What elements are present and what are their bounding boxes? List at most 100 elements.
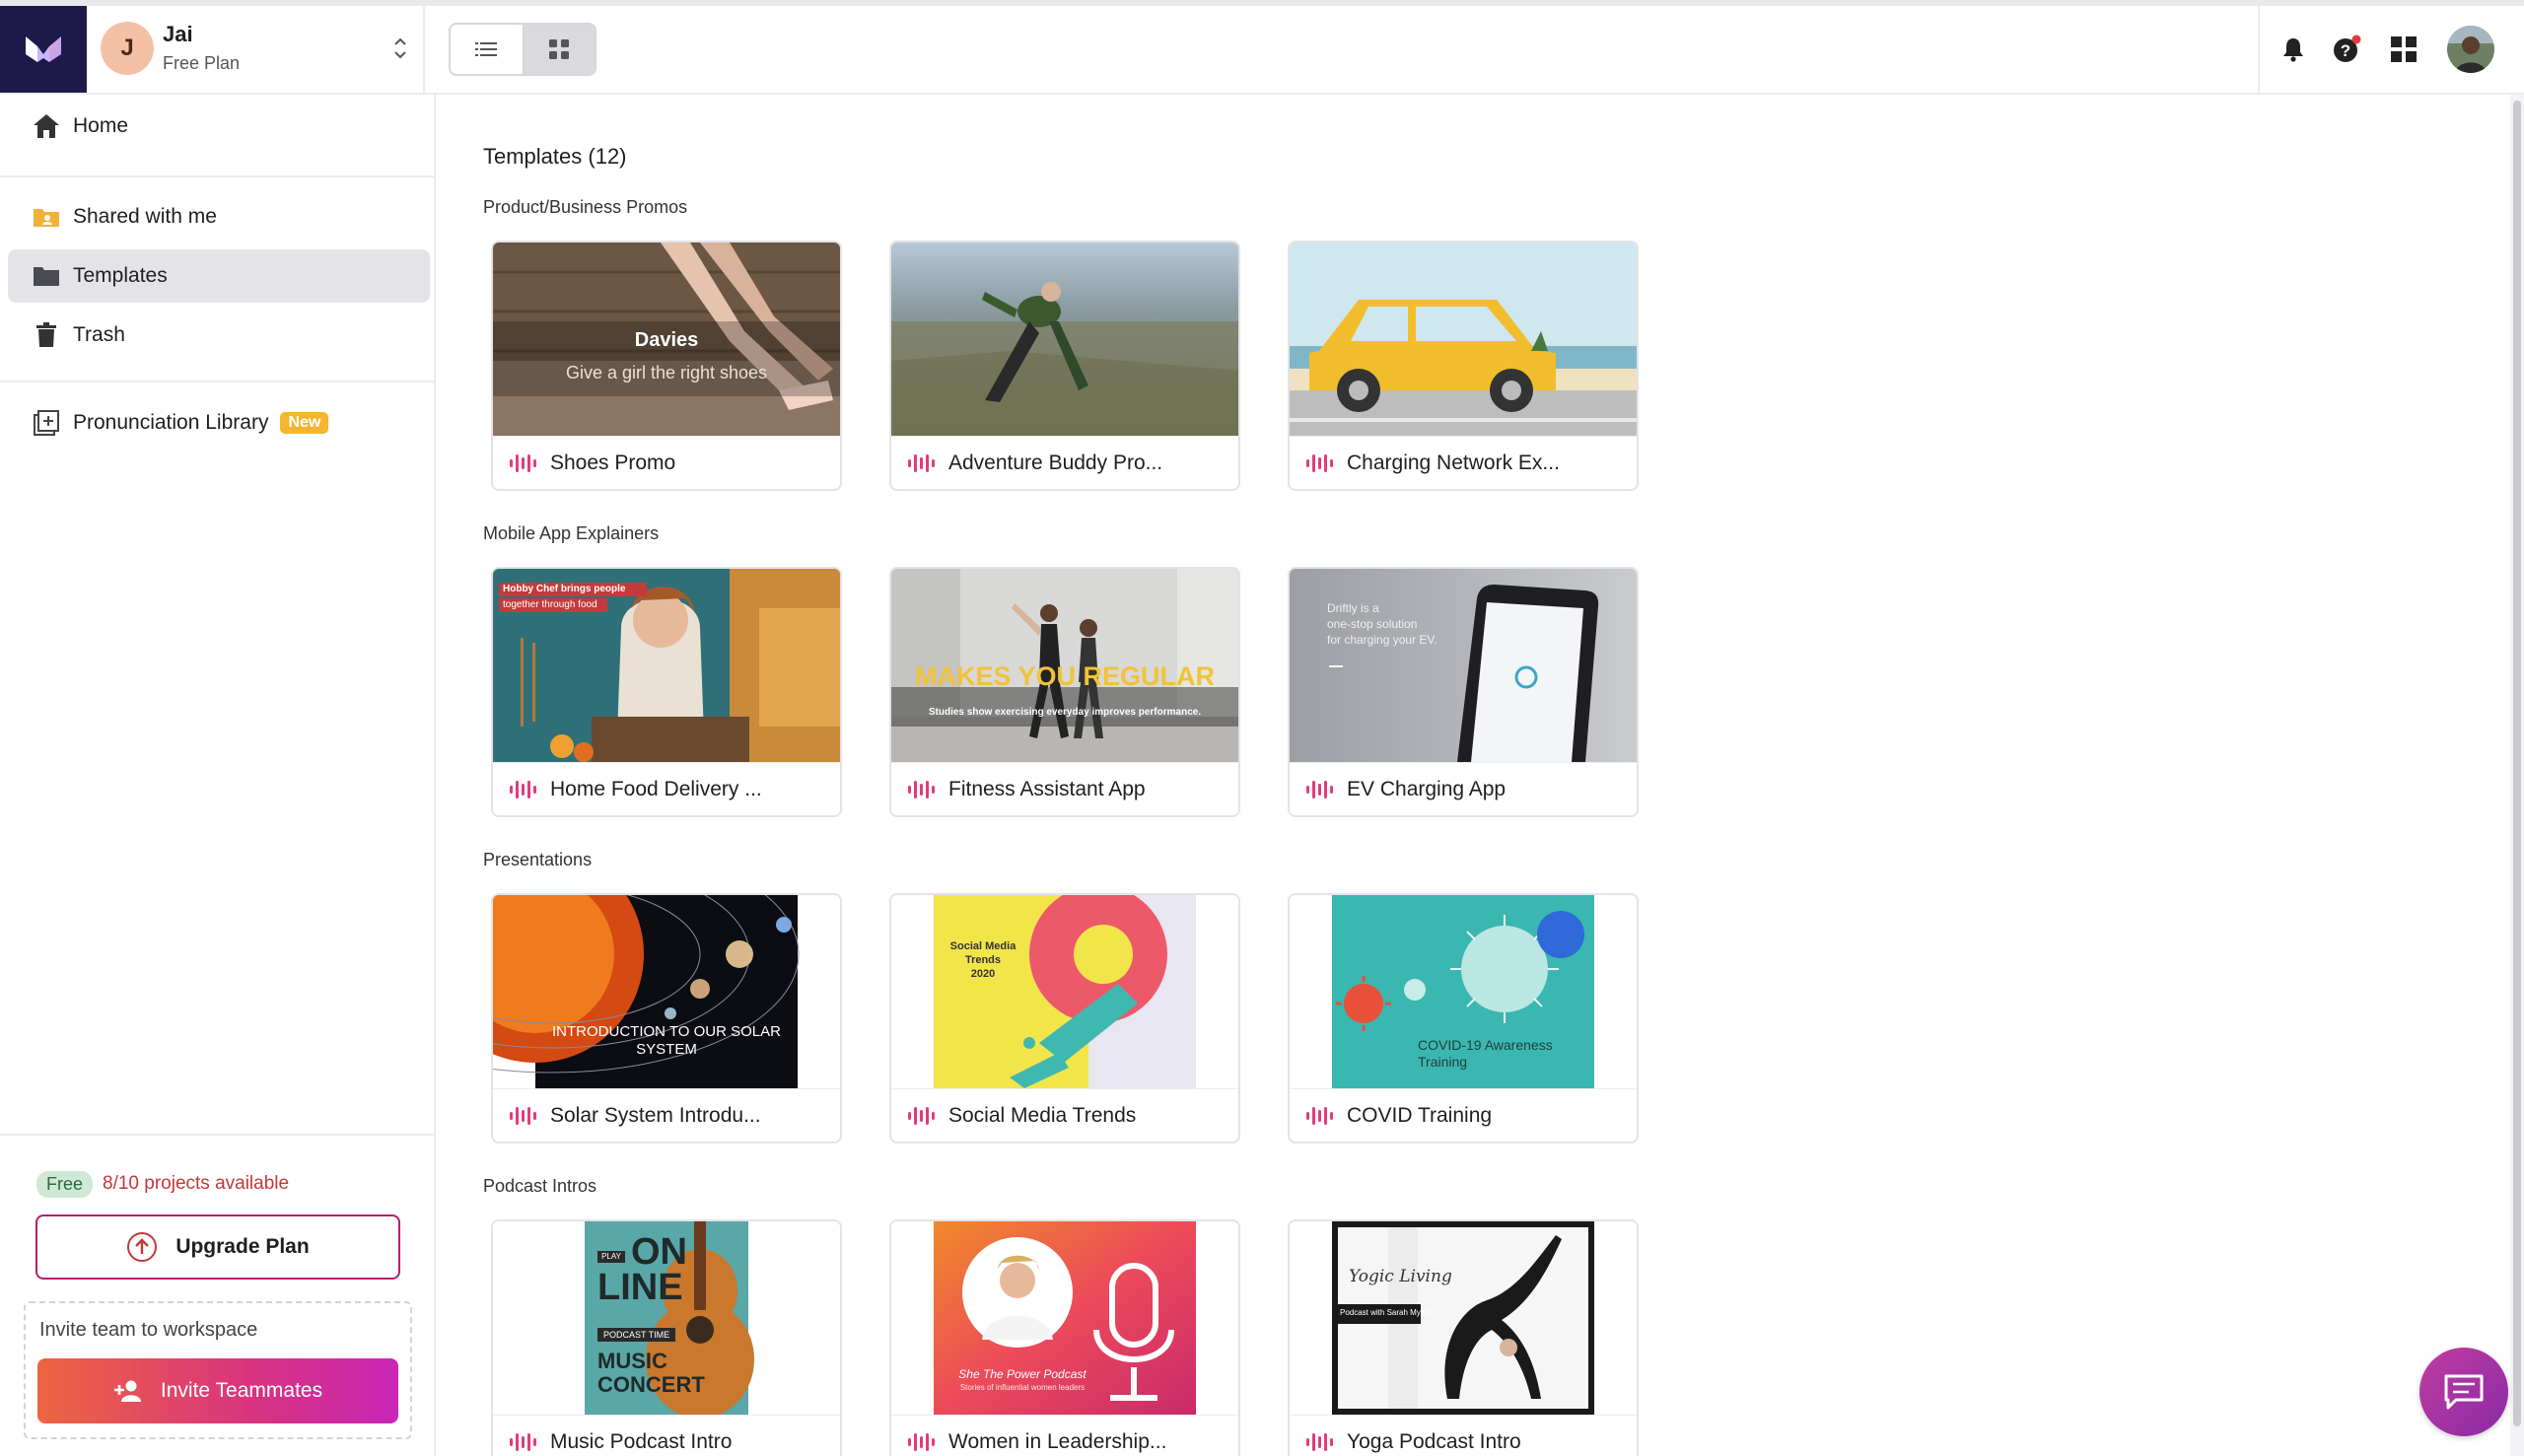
sidebar-item-templates[interactable]: Templates [8,249,430,303]
sidebar-item-pronunciation-library[interactable]: Pronunciation Library New [8,396,430,450]
upgrade-plan-button[interactable]: Upgrade Plan [35,1214,400,1280]
chat-icon [2444,1374,2484,1410]
template-card-shoes-promo[interactable]: Davies Give a girl the right shoes Shoes… [491,241,842,491]
chat-support-button[interactable] [2419,1348,2508,1436]
template-card-music-podcast[interactable]: PLAY ON LINE PODCAST TIME MUSIC CONCERT … [491,1219,842,1456]
divider [0,381,434,382]
template-card-home-food-delivery[interactable]: Hobby Chef brings people together throug… [491,567,842,817]
thumbnail-title: Davies [634,329,699,351]
thumbnail-title: COVID-19 Awareness [1418,1037,1553,1053]
chevron-updown-icon[interactable] [391,34,409,63]
template-name: Home Food Delivery ... [550,777,762,800]
template-thumbnail [891,243,1238,436]
view-toggle [449,23,596,76]
thumbnail-subtitle: for charging your EV. [1327,633,1437,647]
card-footer: Adventure Buddy Pro... [891,436,1238,489]
template-name: Social Media Trends [948,1103,1137,1127]
thumbnail-tag: PLAY [601,1252,621,1261]
section-title: Mobile App Explainers [483,523,660,543]
section-title: Product/Business Promos [483,197,688,217]
audio-wave-icon [510,1432,536,1451]
card-footer: Solar System Introdu... [493,1088,840,1142]
account-avatar: J [101,22,154,75]
thumbnail-subtitle: MUSIC [597,1349,667,1373]
upgrade-arrow-icon [127,1232,158,1262]
account-plan: Free Plan [163,53,241,73]
add-user-icon [113,1380,141,1402]
template-name: Shoes Promo [550,451,676,474]
main-scrollbar[interactable] [2510,95,2524,1456]
card-footer: Social Media Trends [891,1088,1238,1142]
template-thumbnail: INTRODUCTION TO OUR SOLAR SYSTEM [493,895,840,1088]
template-name: Solar System Introdu... [550,1103,761,1127]
svg-text:?: ? [2341,41,2350,60]
card-footer: Yoga Podcast Intro [1290,1415,1637,1456]
sidebar-item-label: Pronunciation Library [73,411,269,434]
thumbnail-title: Hobby Chef brings people [503,584,626,594]
main-content: Templates (12) Product/Business Promos D… [436,95,2510,1456]
thumbnail-title: ON [631,1231,687,1273]
template-thumbnail: Hobby Chef brings people together throug… [493,569,840,762]
thumbnail-subtitle: Studies show exercising everyday improve… [928,707,1202,718]
template-name: EV Charging App [1347,777,1507,800]
thumbnail-subtitle: Trends [964,954,1002,966]
sidebar-item-home[interactable]: Home [8,100,430,153]
folder-icon [32,261,61,291]
thumbnail-subtitle: 2020 [970,968,996,980]
thumbnail-subtitle: CONCERT [597,1372,705,1397]
template-card-social-media-trends[interactable]: Social Media Trends 2020 Social Media Tr… [889,893,1240,1144]
template-name: Adventure Buddy Pro... [948,451,1163,474]
thumbnail-title: Driftly is a [1327,601,1379,615]
audio-wave-icon [510,780,536,798]
shared-folder-icon [32,202,61,232]
template-card-ev-charging-app[interactable]: Driftly is a one-stop solution for charg… [1288,567,1639,817]
bell-icon[interactable] [2278,34,2309,65]
template-name: COVID Training [1347,1103,1493,1127]
new-badge: New [280,412,329,434]
audio-wave-icon [908,453,935,472]
sidebar-item-shared[interactable]: Shared with me [8,190,430,243]
template-card-yoga-podcast[interactable]: Yogic Living Podcast with Sarah Myles Yo… [1288,1219,1639,1456]
card-footer: COVID Training [1290,1088,1637,1142]
apps-grid-icon[interactable] [2388,34,2419,65]
template-thumbnail: Yogic Living Podcast with Sarah Myles [1290,1221,1637,1415]
thumbnail-subtitle: Podcast with Sarah Myles [1340,1308,1432,1317]
thumbnail-subtitle: one-stop solution [1327,617,1418,631]
card-footer: Shoes Promo [493,436,840,489]
app-logo[interactable] [0,6,87,93]
audio-wave-icon [1306,1432,1333,1451]
template-card-charging-network[interactable]: Charging Network Ex... [1288,241,1639,491]
account-name: Jai [163,22,193,46]
audio-wave-icon [908,780,935,798]
audio-wave-icon [510,453,536,472]
template-card-covid-training[interactable]: COVID-19 Awareness Training COVID Traini… [1288,893,1639,1144]
invite-teammates-button[interactable]: Invite Teammates [37,1358,398,1423]
sidebar-item-trash[interactable]: Trash [8,309,430,362]
audio-wave-icon [510,1106,536,1125]
grid-view-button[interactable] [522,25,595,74]
template-card-women-in-leadership[interactable]: She The Power Podcast Stories of influen… [889,1219,1240,1456]
account-switcher[interactable]: J Jai Free Plan [87,6,425,93]
template-card-adventure-buddy[interactable]: Adventure Buddy Pro... [889,241,1240,491]
thumbnail-subtitle: SYSTEM [636,1041,697,1058]
divider [0,175,434,177]
scrollbar-thumb[interactable] [2513,101,2521,1426]
plan-badge: Free [36,1171,94,1198]
projects-available: 8/10 projects available [103,1173,290,1194]
template-name: Yoga Podcast Intro [1347,1429,1521,1453]
template-thumbnail [1290,243,1637,436]
invite-teammates-label: Invite Teammates [160,1379,323,1402]
help-icon[interactable]: ? [2331,34,2362,65]
template-thumbnail: MAKES YOU REGULAR Studies show exercisin… [891,569,1238,762]
sidebar-item-label: Trash [73,323,125,346]
card-footer: Music Podcast Intro [493,1415,840,1456]
card-footer: Charging Network Ex... [1290,436,1637,489]
template-card-solar-system[interactable]: INTRODUCTION TO OUR SOLAR SYSTEM Solar S… [491,893,842,1144]
thumbnail-title: She The Power Podcast [958,1367,1087,1381]
template-card-fitness-assistant[interactable]: MAKES YOU REGULAR Studies show exercisin… [889,567,1240,817]
profile-avatar[interactable] [2447,26,2494,73]
list-view-button[interactable] [451,25,523,74]
sidebar-item-label: Shared with me [73,205,217,228]
logo-mark-icon [26,36,61,62]
template-name: Music Podcast Intro [550,1429,733,1453]
